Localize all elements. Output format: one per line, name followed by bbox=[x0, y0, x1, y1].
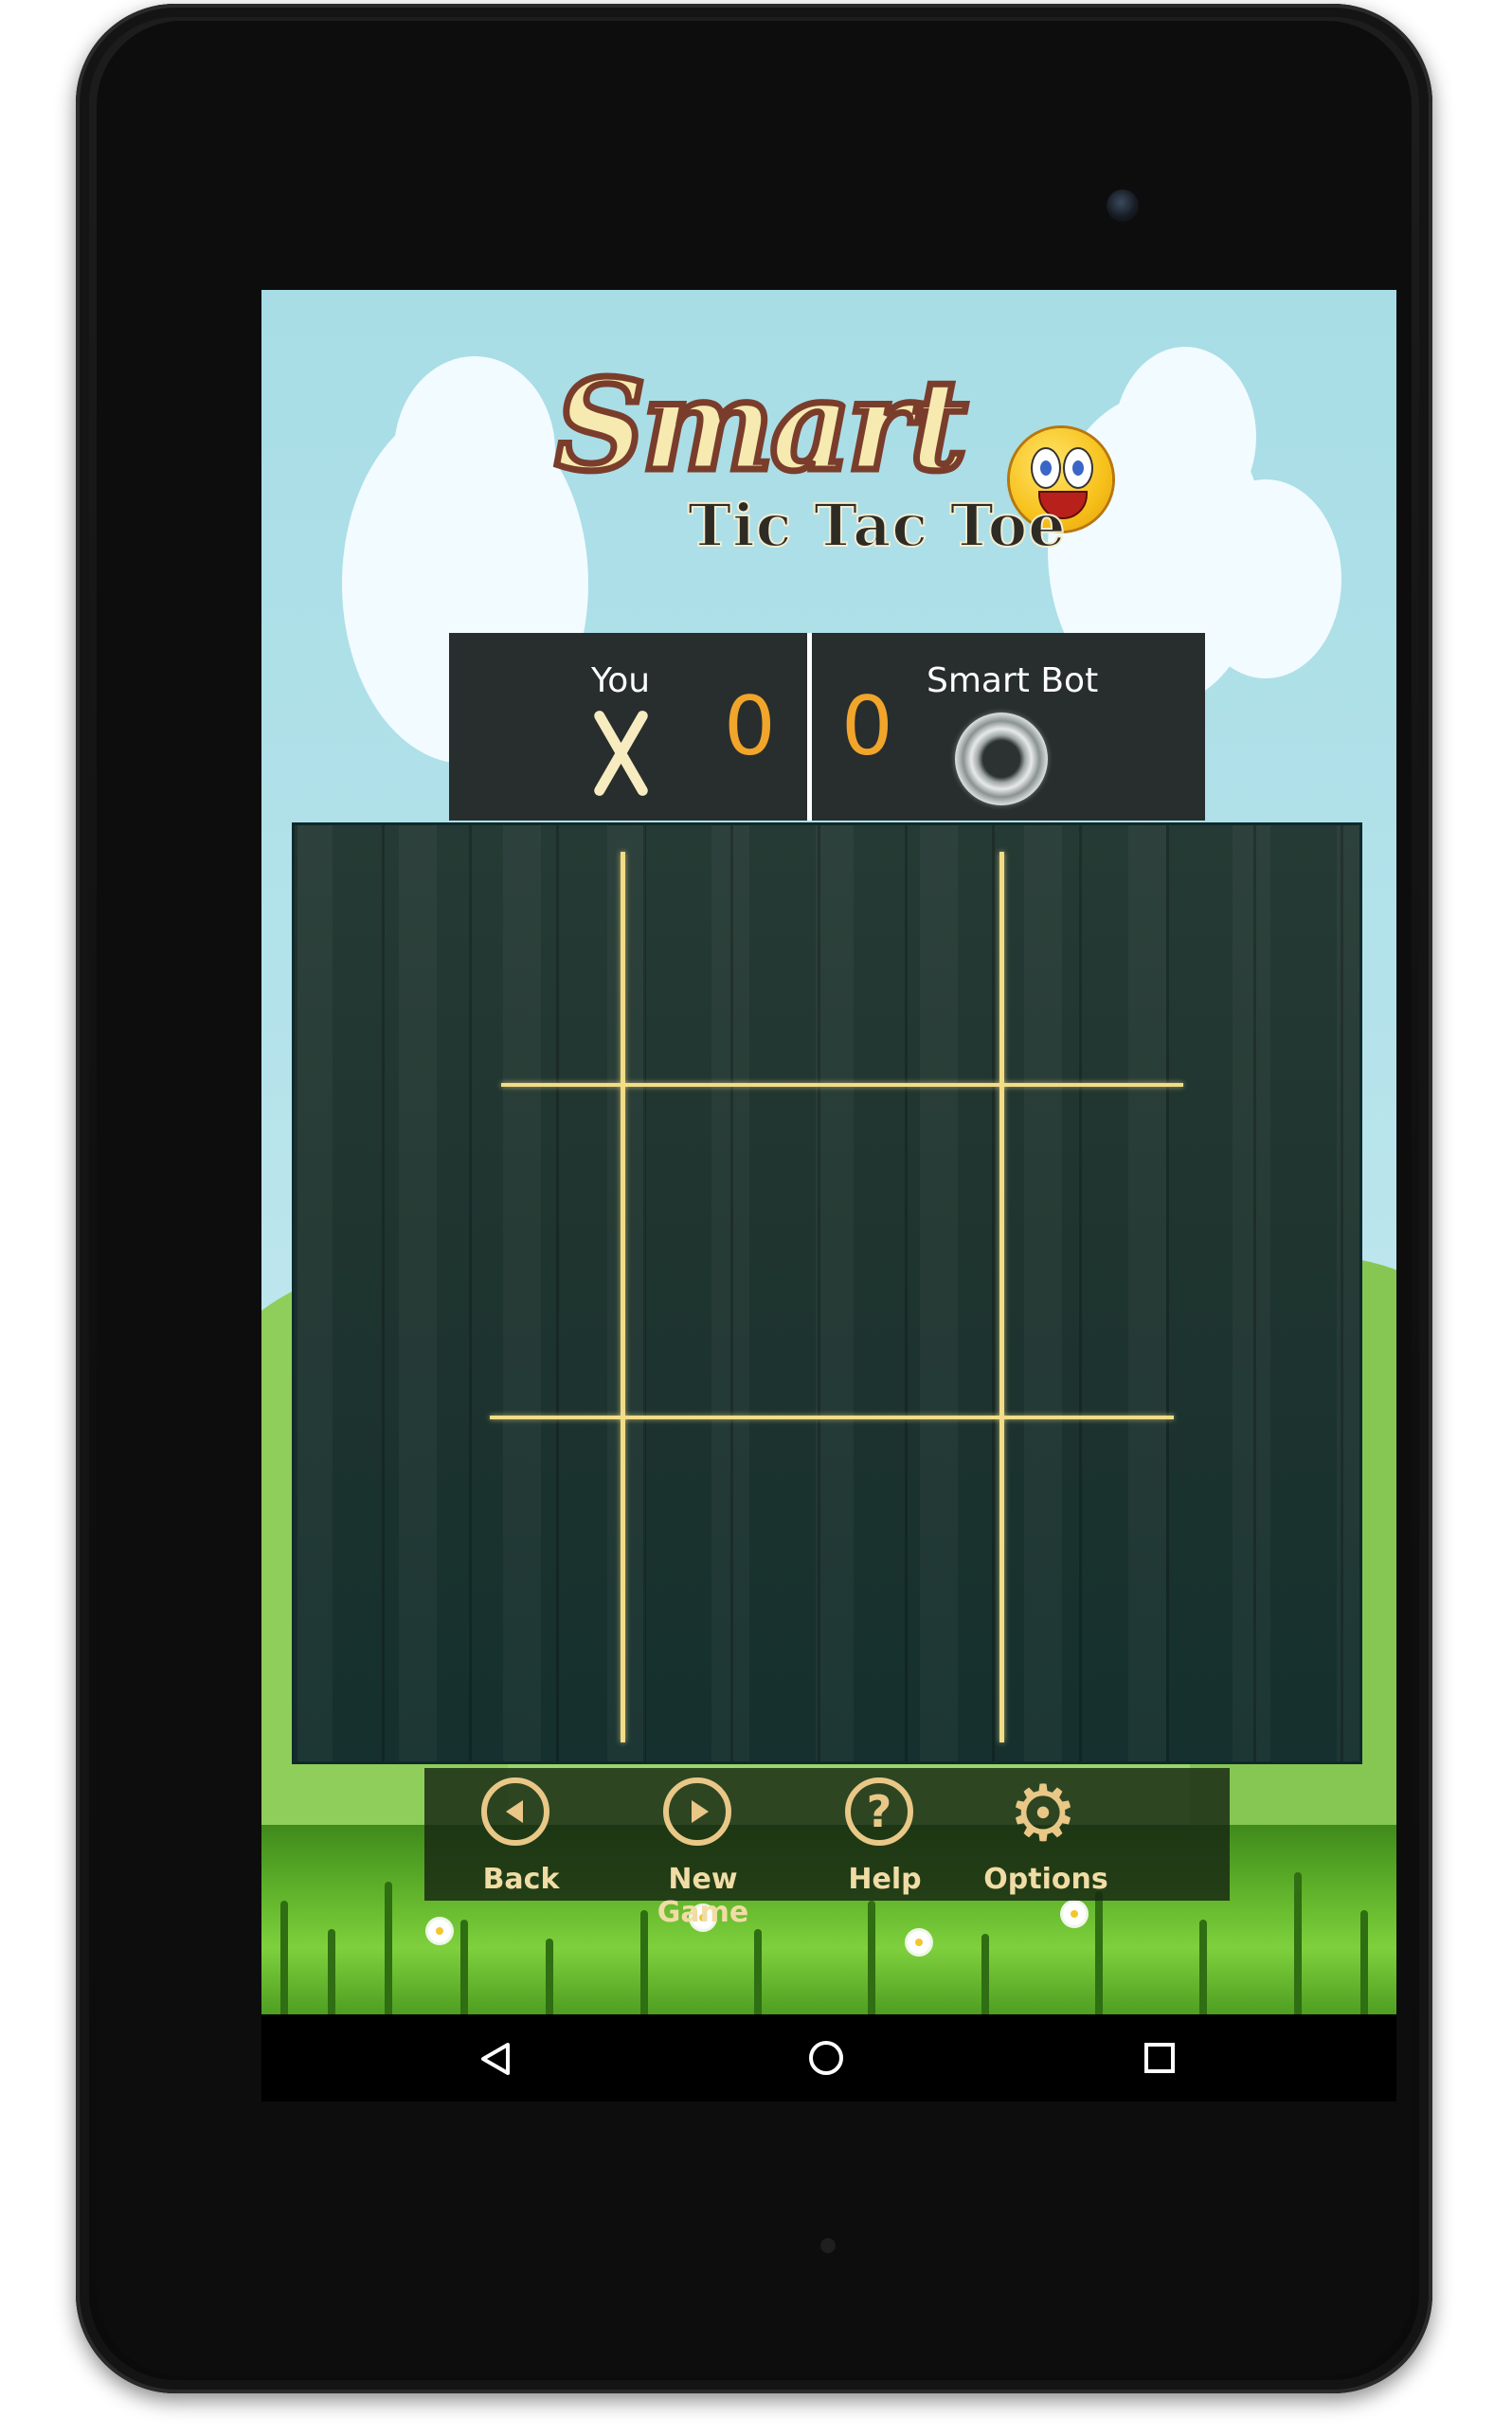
back-arrow-icon bbox=[481, 1777, 549, 1846]
game-screen: Smart Tic Tac Toe You 0 0 Smart Bot Back… bbox=[261, 290, 1396, 2014]
grid-line-horizontal-bottom bbox=[490, 1416, 1174, 1419]
grass-blade bbox=[1294, 1872, 1302, 2014]
help-glyph: ? bbox=[866, 1786, 892, 1837]
grass-blade bbox=[385, 1882, 392, 2014]
flower bbox=[908, 1931, 930, 1954]
board-cell-9[interactable] bbox=[1007, 1453, 1363, 1766]
smiley-eye bbox=[1063, 447, 1093, 489]
help-label: Help bbox=[848, 1863, 922, 1896]
nav-home-icon[interactable] bbox=[809, 2041, 843, 2075]
screen: Smart Tic Tac Toe You 0 0 Smart Bot Back… bbox=[261, 290, 1396, 2102]
game-board bbox=[292, 822, 1362, 1764]
options-label: Options bbox=[983, 1863, 1108, 1896]
grass-blade bbox=[328, 1929, 335, 2014]
board-cell-8[interactable] bbox=[651, 1453, 1007, 1766]
microphone-dot bbox=[820, 2238, 836, 2253]
back-button[interactable]: Back bbox=[436, 1777, 606, 1896]
score-divider bbox=[807, 633, 812, 821]
player-score: 0 bbox=[724, 679, 776, 774]
board-cell-3[interactable] bbox=[1007, 825, 1363, 1139]
grass-blade bbox=[1095, 1891, 1103, 2014]
x-mark-icon bbox=[589, 709, 650, 798]
options-button[interactable]: ⚙ Options bbox=[961, 1769, 1131, 1897]
board-cell-5[interactable] bbox=[651, 1139, 1007, 1453]
help-button[interactable]: ? Help bbox=[800, 1777, 970, 1896]
back-label: Back bbox=[482, 1863, 560, 1896]
smiley-eye bbox=[1031, 447, 1061, 489]
tablet-frame: Smart Tic Tac Toe You 0 0 Smart Bot Back… bbox=[76, 4, 1432, 2393]
board-cell-1[interactable] bbox=[295, 825, 651, 1139]
grass-blade bbox=[981, 1934, 989, 2014]
grass-blade bbox=[460, 1920, 468, 2014]
grid-line-vertical-left bbox=[621, 852, 625, 1742]
play-icon bbox=[663, 1777, 731, 1846]
grass-blade bbox=[754, 1929, 762, 2014]
logo-title: Smart bbox=[551, 350, 970, 503]
player-label: You bbox=[591, 661, 651, 700]
gear-icon: ⚙ bbox=[1008, 1769, 1078, 1859]
flower bbox=[1063, 1903, 1086, 1925]
grid-line-horizontal-top bbox=[501, 1083, 1183, 1087]
front-camera bbox=[1107, 189, 1139, 222]
grass-blade bbox=[1360, 1910, 1368, 2014]
help-question-icon: ? bbox=[845, 1777, 913, 1846]
cloud-right-3 bbox=[1190, 479, 1341, 678]
board-cell-2[interactable] bbox=[651, 825, 1007, 1139]
nav-back-icon[interactable] bbox=[477, 2041, 513, 2077]
system-navigation-bar bbox=[261, 2014, 1396, 2102]
board-cell-6[interactable] bbox=[1007, 1139, 1363, 1453]
bot-score: 0 bbox=[841, 679, 893, 774]
grass-blade bbox=[868, 1901, 875, 2014]
new-game-button[interactable]: New Game bbox=[618, 1777, 788, 1929]
grid-line-vertical-right bbox=[999, 852, 1004, 1742]
grass-blade bbox=[546, 1939, 553, 2014]
logo-subtitle: Tic Tac Toe bbox=[687, 490, 1067, 561]
flower bbox=[428, 1920, 451, 1942]
grass-blade bbox=[1199, 1920, 1207, 2014]
nav-recents-icon[interactable] bbox=[1144, 2043, 1175, 2073]
bot-label: Smart Bot bbox=[927, 661, 1099, 700]
board-cell-4[interactable] bbox=[295, 1139, 651, 1453]
score-panel: You 0 0 Smart Bot bbox=[449, 633, 1205, 821]
new-game-label: New Game bbox=[657, 1863, 749, 1929]
o-mark-icon bbox=[955, 713, 1048, 805]
cloud-left-2 bbox=[394, 356, 555, 546]
board-cell-7[interactable] bbox=[295, 1453, 651, 1766]
grass-blade bbox=[280, 1901, 288, 2014]
bottom-menu: Back New Game ? Help ⚙ Options bbox=[424, 1768, 1230, 1929]
game-logo: Smart Tic Tac Toe bbox=[546, 350, 1114, 570]
